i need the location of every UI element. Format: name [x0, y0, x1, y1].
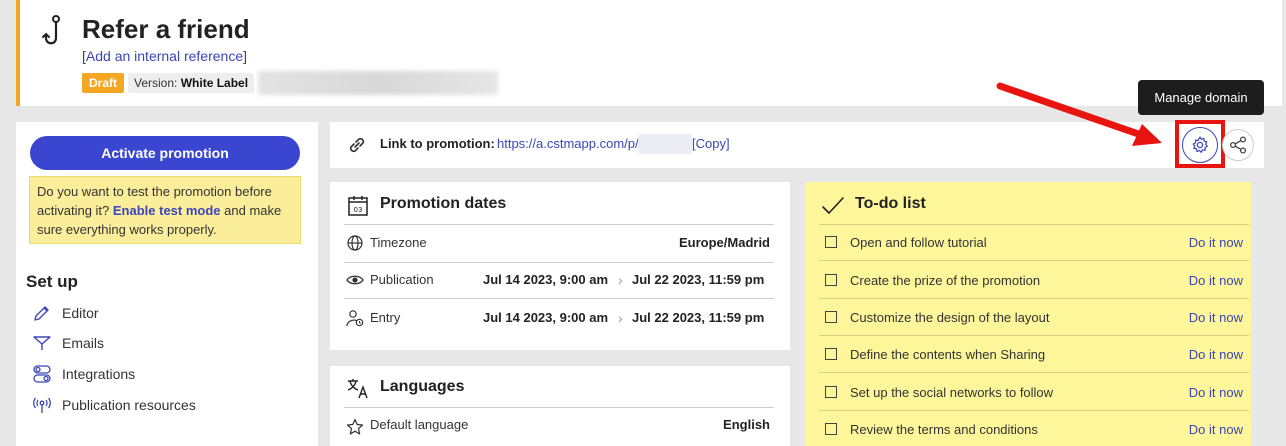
redacted-url-part: [638, 134, 692, 154]
user-clock-icon: [346, 310, 364, 327]
setup-item-publication-resources[interactable]: Publication resources: [32, 394, 196, 416]
status-badge: Draft: [82, 73, 125, 93]
timezone-label: Timezone: [370, 235, 427, 250]
translate-icon: [347, 379, 368, 399]
page-title: Refer a friend: [82, 14, 250, 44]
antenna-icon: [33, 397, 51, 413]
todo-item: Create the prize of the promotion Do it …: [819, 262, 1249, 299]
eye-icon: [346, 275, 364, 285]
left-sidebar: Activate promotion Do you want to test t…: [16, 122, 318, 446]
setup-heading: Set up: [26, 272, 78, 291]
entry-end: Jul 22 2023, 11:59 pm: [632, 310, 765, 325]
setup-item-editor[interactable]: Editor: [32, 302, 99, 324]
todo-checkbox[interactable]: [825, 348, 837, 360]
link-label: Link to promotion:: [380, 136, 495, 151]
chevron-right-icon: ›: [618, 310, 623, 326]
chevron-right-icon: ›: [618, 272, 623, 288]
todo-item: Open and follow tutorial Do it now: [819, 224, 1249, 261]
highlight-box: [1175, 120, 1225, 168]
divider: [344, 298, 774, 299]
languages-panel: Languages Default language English: [330, 366, 790, 446]
todo-checkbox[interactable]: [825, 423, 837, 435]
link-icon: [349, 137, 365, 153]
do-it-now-link[interactable]: Do it now: [1189, 385, 1243, 400]
manage-domain-tooltip: Manage domain: [1138, 80, 1264, 115]
publication-end: Jul 22 2023, 11:59 pm: [632, 272, 765, 287]
toggles-icon: [33, 365, 51, 383]
todo-checkbox[interactable]: [825, 274, 837, 286]
do-it-now-link[interactable]: Do it now: [1189, 422, 1243, 437]
setup-item-emails[interactable]: Emails: [32, 332, 104, 354]
timezone-value: Europe/Madrid: [678, 235, 770, 250]
version-badge: Version: White Label: [128, 73, 255, 93]
todo-list-panel: To-do list Open and follow tutorial Do i…: [805, 182, 1251, 446]
svg-text:03: 03: [354, 206, 363, 214]
checkmark-icon: [822, 197, 844, 214]
todo-item: Define the contents when Sharing Do it n…: [819, 336, 1249, 373]
do-it-now-link[interactable]: Do it now: [1189, 273, 1243, 288]
languages-title: Languages: [380, 378, 465, 395]
todo-item: Review the terms and conditions Do it no…: [819, 411, 1249, 446]
do-it-now-link[interactable]: Do it now: [1189, 310, 1243, 325]
share-button[interactable]: [1222, 129, 1254, 161]
redacted-area: [258, 71, 498, 95]
pencil-icon: [34, 306, 49, 321]
activate-promotion-button[interactable]: Activate promotion: [30, 136, 300, 170]
todo-checkbox[interactable]: [825, 386, 837, 398]
copy-link-button[interactable]: [Copy]: [692, 136, 730, 151]
divider: [344, 262, 774, 263]
publication-label: Publication: [370, 272, 434, 287]
hook-icon: [42, 15, 60, 45]
todo-checkbox[interactable]: [825, 311, 837, 323]
todo-item: Customize the design of the layout Do it…: [819, 299, 1249, 336]
entry-label: Entry: [370, 310, 401, 325]
internal-reference: [Add an internal reference]: [82, 48, 247, 64]
promotion-dates-panel: 03 Promotion dates Timezone Europe/Madri…: [330, 182, 790, 350]
send-icon: [33, 336, 51, 350]
calendar-icon: 03: [348, 196, 368, 216]
default-language-label: Default language: [370, 417, 469, 432]
todo-checkbox[interactable]: [825, 236, 837, 248]
default-language-value: English: [723, 417, 770, 432]
test-mode-notice: Do you want to test the promotion before…: [29, 176, 301, 244]
do-it-now-link[interactable]: Do it now: [1189, 347, 1243, 362]
do-it-now-link[interactable]: Do it now: [1189, 235, 1243, 250]
globe-icon: [347, 235, 363, 251]
divider: [344, 407, 774, 408]
divider: [344, 224, 774, 225]
todo-item: Set up the social networks to follow Do …: [819, 374, 1249, 411]
publication-start: Jul 14 2023, 9:00 am: [483, 272, 609, 287]
entry-start: Jul 14 2023, 9:00 am: [483, 310, 609, 325]
promotion-url[interactable]: https://a.cstmapp.com/p/: [497, 136, 639, 151]
enable-test-mode-link[interactable]: Enable test mode: [113, 203, 221, 218]
todo-list-title: To-do list: [855, 195, 926, 212]
star-icon: [346, 418, 364, 435]
add-internal-reference-link[interactable]: Add an internal reference: [86, 48, 243, 64]
setup-item-integrations[interactable]: Integrations: [32, 363, 135, 385]
promotion-dates-title: Promotion dates: [380, 195, 507, 212]
share-icon: [1229, 136, 1247, 154]
